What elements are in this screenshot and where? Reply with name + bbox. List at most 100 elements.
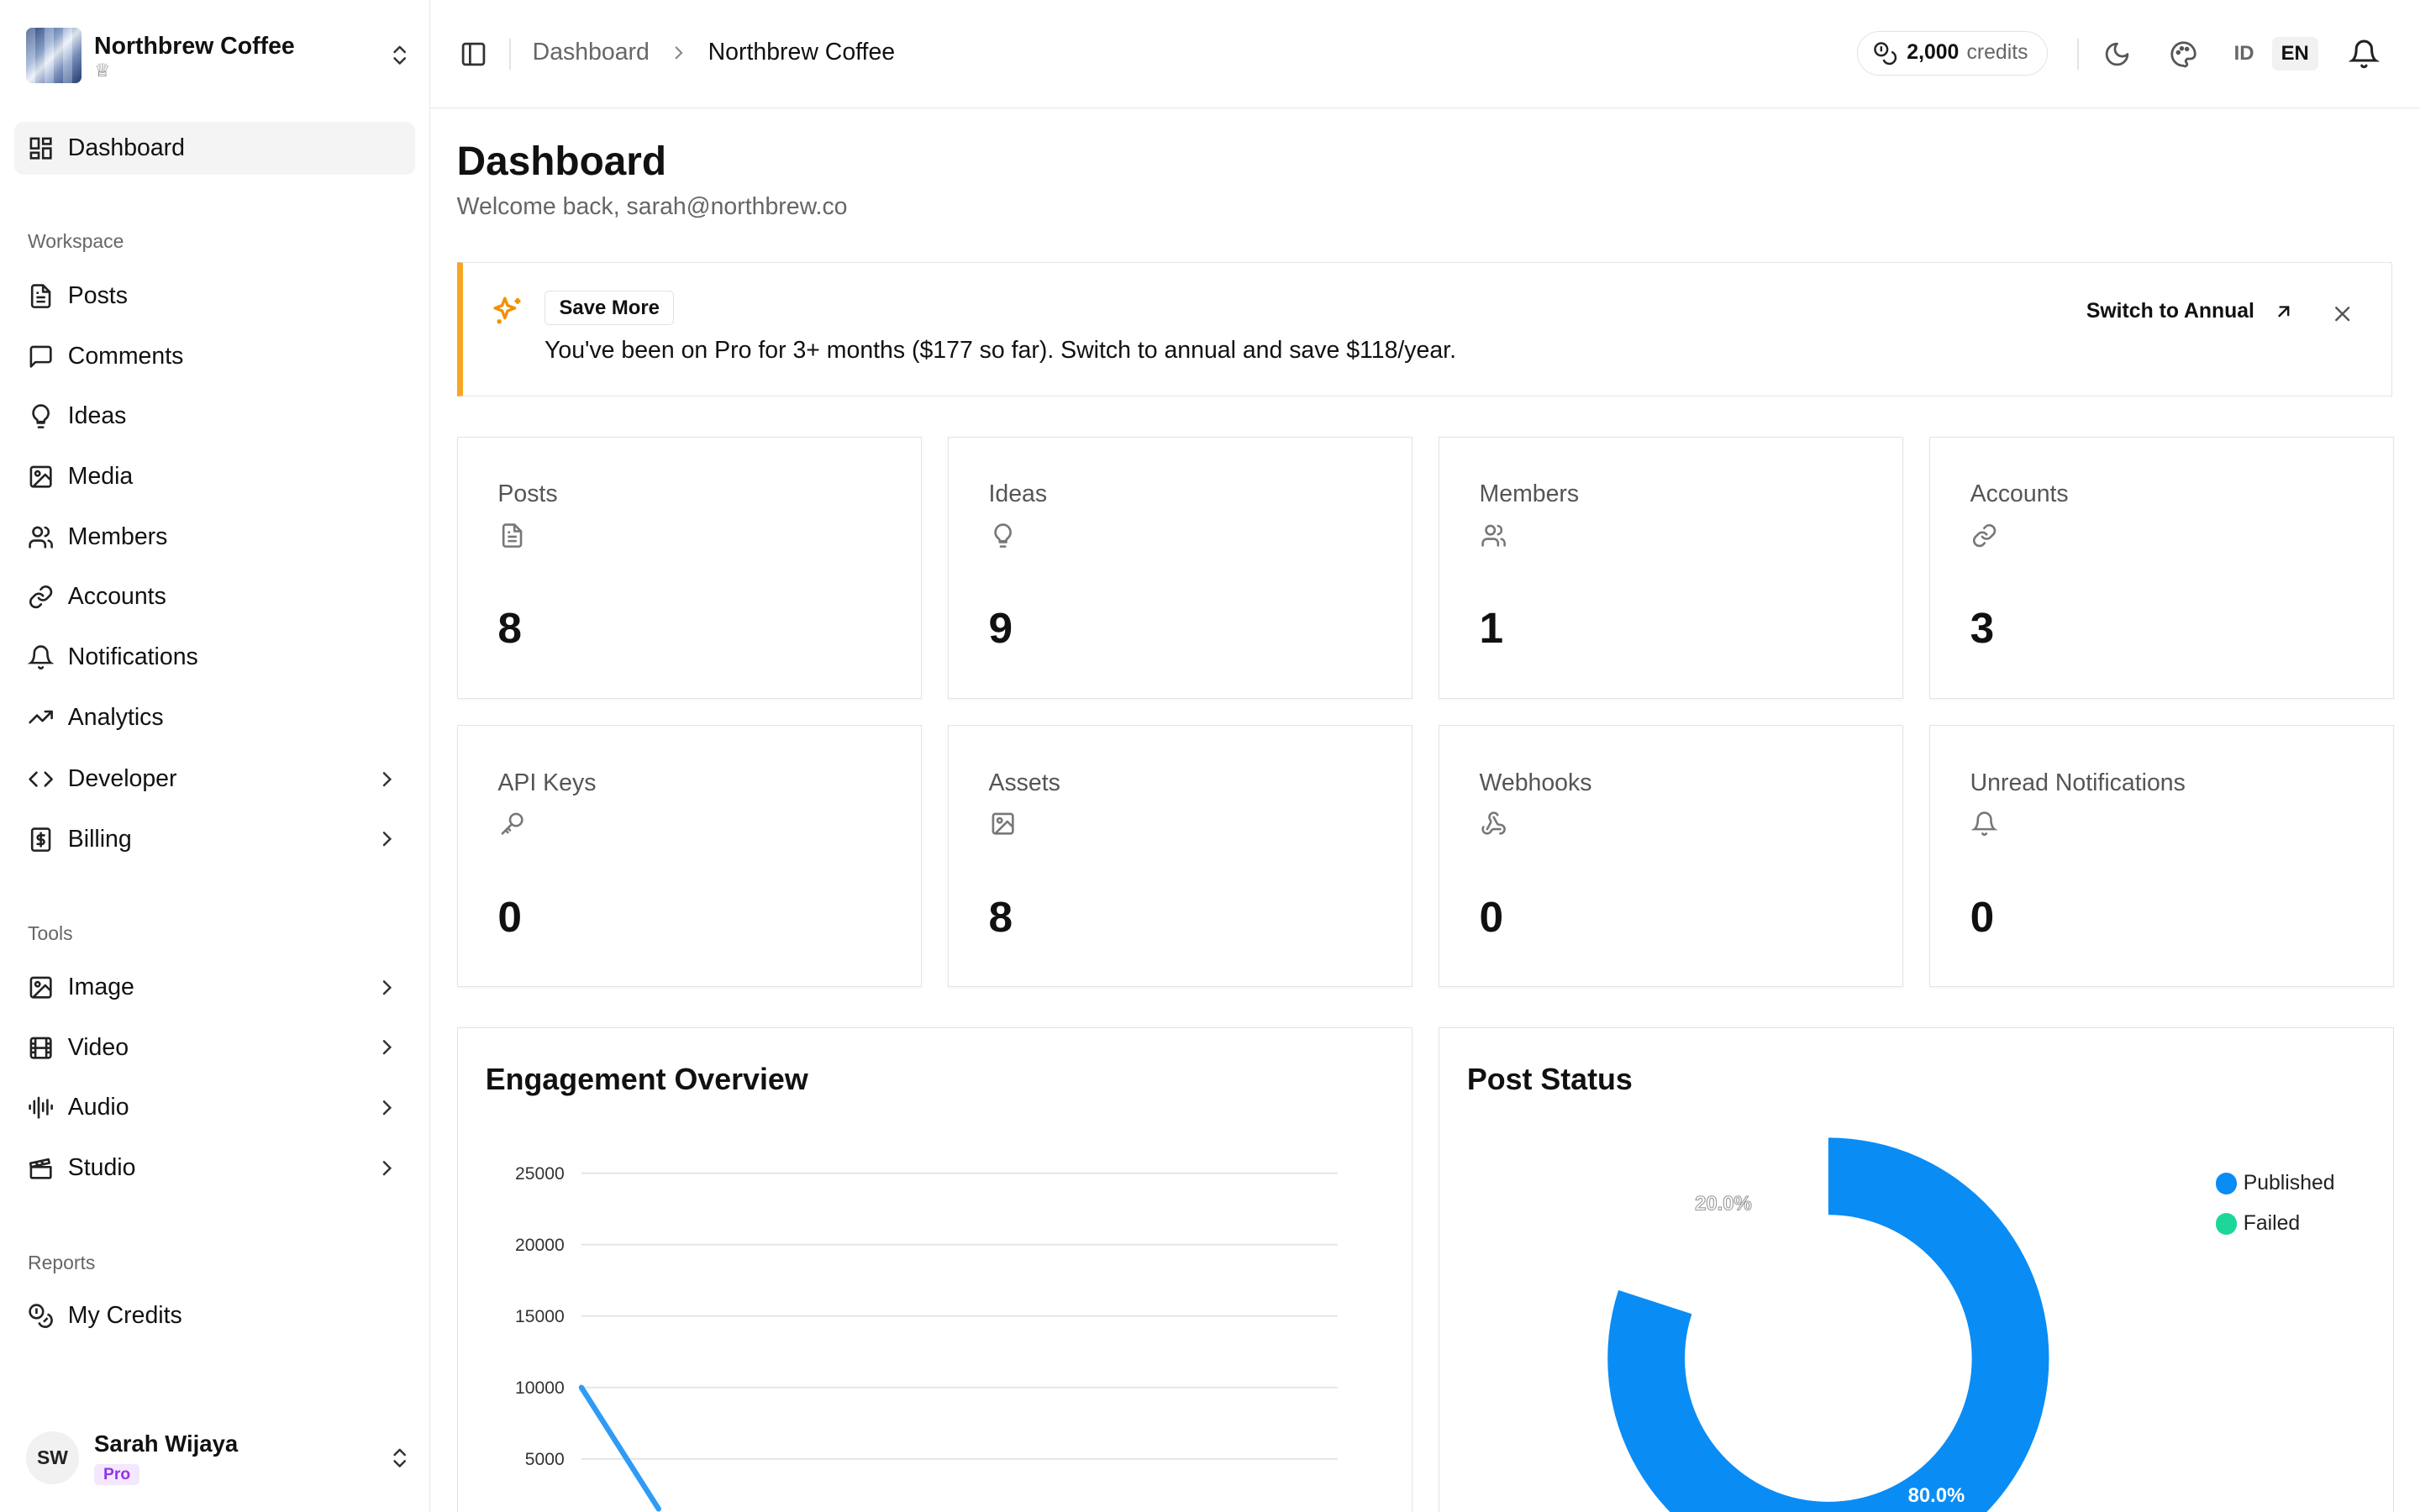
chevron-right-icon xyxy=(675,45,683,59)
credits-label: credits xyxy=(1966,41,2028,65)
pie-slice-label: 20.0% xyxy=(1695,1193,1752,1215)
legend-item-published[interactable]: Published xyxy=(2215,1172,2335,1195)
stat-card-members[interactable]: Members 1 xyxy=(1438,436,1903,699)
sidebar-item-studio[interactable]: Studio xyxy=(14,1142,416,1194)
sidebar-item-dashboard[interactable]: Dashboard xyxy=(13,122,416,175)
sidebar-item-ideas[interactable]: Ideas xyxy=(14,391,416,443)
user-menu[interactable]: SW Sarah Wijaya Pro xyxy=(26,1422,412,1493)
sidebar-item-label: Notifications xyxy=(67,643,198,670)
legend-swatch xyxy=(2215,1173,2238,1194)
sidebar-item-members[interactable]: Members xyxy=(14,511,416,563)
post-status-donut-chart: 80.0% 20.0% xyxy=(1607,1137,2049,1512)
film-icon xyxy=(29,1037,52,1059)
palette-icon[interactable] xyxy=(2170,40,2197,68)
stat-value: 9 xyxy=(988,603,1013,653)
sidebar-item-analytics[interactable]: Analytics xyxy=(14,691,416,743)
y-tick-label: 15000 xyxy=(515,1307,565,1326)
chevron-right-icon xyxy=(383,979,392,995)
layout-grid-icon xyxy=(29,137,52,160)
sidebar-item-label: Studio xyxy=(67,1153,136,1181)
pie-slice-failed[interactable] xyxy=(1618,1138,1828,1315)
sidebar-item-accounts[interactable]: Accounts xyxy=(14,571,416,623)
clapperboard-icon xyxy=(29,1158,52,1179)
legend-item-failed[interactable]: Failed xyxy=(2215,1212,2300,1236)
crown-icon: ♕ xyxy=(94,60,111,81)
credits-pill[interactable]: 2,000 credits xyxy=(1856,30,2048,76)
close-icon[interactable] xyxy=(2330,302,2354,326)
stat-value: 0 xyxy=(497,891,522,941)
stat-label: Assets xyxy=(988,769,1060,796)
section-label-tools: Tools xyxy=(28,922,73,945)
stat-value: 8 xyxy=(988,891,1013,941)
chevrons-up-down-icon xyxy=(393,1448,407,1467)
receipt-dollar-icon xyxy=(30,827,51,852)
stat-label: API Keys xyxy=(497,769,597,796)
coins-icon xyxy=(29,1304,53,1328)
bell-icon xyxy=(1971,811,1998,837)
stat-card-assets[interactable]: Assets 8 xyxy=(947,725,1413,988)
page-subtitle: Welcome back, sarah@northbrew.co xyxy=(456,192,848,220)
sidebar-item-media[interactable]: Media xyxy=(14,450,416,502)
sidebar-item-image[interactable]: Image xyxy=(14,961,416,1013)
lightbulb-icon xyxy=(994,523,1013,548)
workspace-switcher[interactable]: Northbrew Coffee ♕ xyxy=(26,24,412,86)
stat-label: Ideas xyxy=(988,480,1048,508)
y-tick-label: 10000 xyxy=(515,1378,565,1398)
moon-icon[interactable] xyxy=(2103,40,2131,68)
stat-card-accounts[interactable]: Accounts 3 xyxy=(1928,436,2394,699)
lang-option-id[interactable]: ID xyxy=(2226,37,2263,71)
link-icon xyxy=(1973,523,1996,548)
credits-value: 2,000 xyxy=(1907,41,1960,65)
chevron-right-icon xyxy=(383,1040,392,1055)
chevrons-up-down-icon xyxy=(393,46,407,66)
stat-value: 0 xyxy=(1479,891,1504,941)
banner-tag: Save More xyxy=(544,291,675,326)
key-icon xyxy=(501,812,523,835)
sidebar-item-video[interactable]: Video xyxy=(14,1021,416,1074)
sidebar-item-billing[interactable]: Billing xyxy=(14,813,416,865)
breadcrumb-dashboard[interactable]: Dashboard xyxy=(533,39,650,66)
sidebar-item-label: Ideas xyxy=(67,402,127,430)
sidebar-item-label: Audio xyxy=(67,1094,129,1121)
sidebar-item-posts[interactable]: Posts xyxy=(14,270,416,322)
legend-swatch xyxy=(2215,1212,2238,1235)
audio-lines-icon xyxy=(29,1096,53,1119)
switch-to-annual-button[interactable]: Switch to Annual xyxy=(2086,300,2295,323)
bell-icon[interactable] xyxy=(2349,39,2381,70)
sidebar-item-audio[interactable]: Audio xyxy=(14,1082,416,1134)
chevron-right-icon xyxy=(383,771,392,787)
sidebar-item-comments[interactable]: Comments xyxy=(14,330,416,382)
top-bar: Dashboard Northbrew Coffee 2,000 credits… xyxy=(430,0,2420,108)
lang-option-en[interactable]: EN xyxy=(2271,37,2318,71)
engagement-chart-panel: Engagement Overview 25000 20000 15000 10000… xyxy=(456,1027,1413,1512)
stat-card-posts[interactable]: Posts 8 xyxy=(456,436,922,699)
stat-card-unread-notifications[interactable]: Unread Notifications 0 xyxy=(1928,725,2394,988)
stat-card-webhooks[interactable]: Webhooks 0 xyxy=(1438,725,1903,988)
sidebar-item-label: Developer xyxy=(67,765,177,793)
stat-card-ideas[interactable]: Ideas 9 xyxy=(947,436,1413,699)
post-status-chart-panel: Post Status 80.0% 20.0% Published Failed xyxy=(1438,1027,2394,1512)
stat-value: 8 xyxy=(497,603,522,653)
image-icon xyxy=(992,812,1014,835)
sidebar-item-label: Posts xyxy=(67,282,128,310)
sidebar-item-label: Dashboard xyxy=(67,134,185,161)
stat-card-api-keys[interactable]: API Keys 0 xyxy=(456,725,922,988)
sidebar-item-my-credits[interactable]: My Credits xyxy=(14,1289,416,1341)
sidebar-item-notifications[interactable]: Notifications xyxy=(14,631,416,683)
sidebar-item-label: Media xyxy=(67,463,134,491)
avatar: SW xyxy=(26,1431,79,1484)
stat-value: 0 xyxy=(1970,891,1995,941)
sidebar-item-label: Analytics xyxy=(67,703,164,731)
chevron-right-icon xyxy=(383,1160,392,1175)
image-icon xyxy=(29,976,52,999)
stat-label: Webhooks xyxy=(1479,769,1592,796)
chevron-right-icon xyxy=(383,832,392,847)
breadcrumb: Dashboard Northbrew Coffee xyxy=(533,39,895,66)
pie-slice-published[interactable] xyxy=(1607,1137,2049,1512)
y-tick-label: 20000 xyxy=(515,1236,565,1255)
sparkles-icon xyxy=(493,297,521,324)
stat-value: 3 xyxy=(1970,603,1995,653)
sidebar-item-label: Video xyxy=(67,1033,129,1061)
sidebar-toggle-icon[interactable] xyxy=(460,40,487,68)
sidebar-item-developer[interactable]: Developer xyxy=(14,753,416,805)
